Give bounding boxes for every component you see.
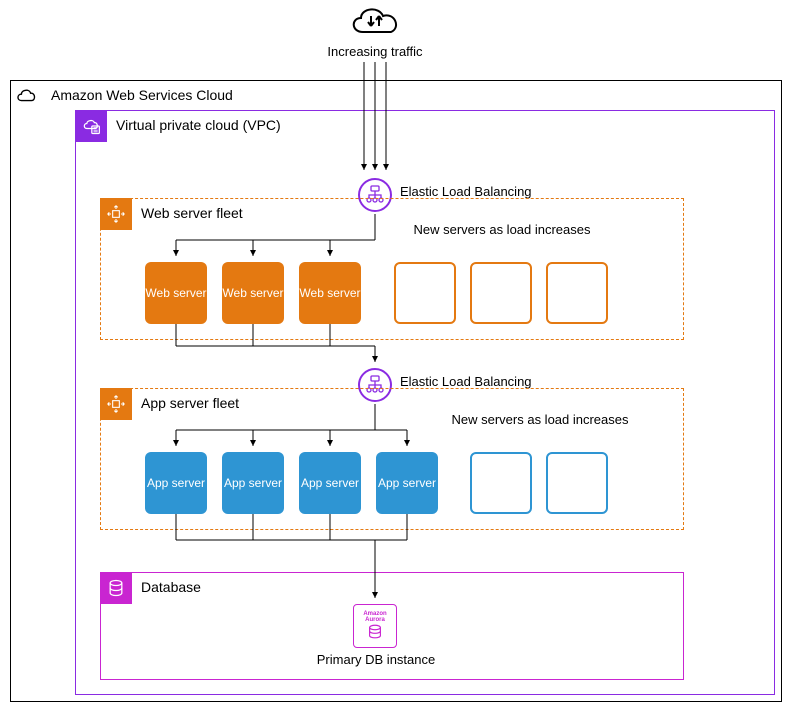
app-server-4: App server	[376, 452, 438, 514]
app-server-3: App server	[299, 452, 361, 514]
app-server-1: App server	[145, 452, 207, 514]
app-server-2: App server	[222, 452, 284, 514]
app-server-3-label: App server	[301, 476, 359, 490]
database-title: Database	[141, 579, 201, 595]
web-server-1-label: Web server	[145, 286, 206, 300]
traffic-cloud-icon	[345, 2, 405, 42]
app-server-placeholder-2	[546, 452, 608, 514]
db-instance-icon: Amazon Aurora	[353, 604, 397, 648]
web-new-servers-label: New servers as load increases	[402, 222, 602, 238]
database-icon	[100, 572, 132, 604]
vpc-icon	[75, 110, 107, 142]
web-server-2-label: Web server	[222, 286, 283, 300]
web-server-1: Web server	[145, 262, 207, 324]
vpc-title: Virtual private cloud (VPC)	[116, 117, 281, 133]
web-server-2: Web server	[222, 262, 284, 324]
app-server-4-label: App server	[378, 476, 436, 490]
web-server-3-label: Web server	[299, 286, 360, 300]
app-server-placeholder-1	[470, 452, 532, 514]
elb-web-label: Elastic Load Balancing	[400, 184, 532, 199]
autoscaling-app-icon	[100, 388, 132, 420]
db-instance-small-label: Amazon Aurora	[354, 611, 396, 623]
app-fleet-title: App server fleet	[141, 395, 239, 411]
web-server-placeholder-2	[470, 262, 532, 324]
web-fleet-title: Web server fleet	[141, 205, 243, 221]
traffic-label: Increasing traffic	[300, 44, 450, 59]
elb-app-label: Elastic Load Balancing	[400, 374, 532, 389]
app-new-servers-label: New servers as load increases	[440, 412, 640, 428]
aws-cloud-icon	[10, 80, 42, 112]
db-instance-label: Primary DB instance	[296, 652, 456, 667]
autoscaling-web-icon	[100, 198, 132, 230]
app-server-1-label: App server	[147, 476, 205, 490]
web-server-3: Web server	[299, 262, 361, 324]
app-server-2-label: App server	[224, 476, 282, 490]
web-server-placeholder-1	[394, 262, 456, 324]
web-server-placeholder-3	[546, 262, 608, 324]
aws-cloud-title: Amazon Web Services Cloud	[51, 87, 233, 103]
